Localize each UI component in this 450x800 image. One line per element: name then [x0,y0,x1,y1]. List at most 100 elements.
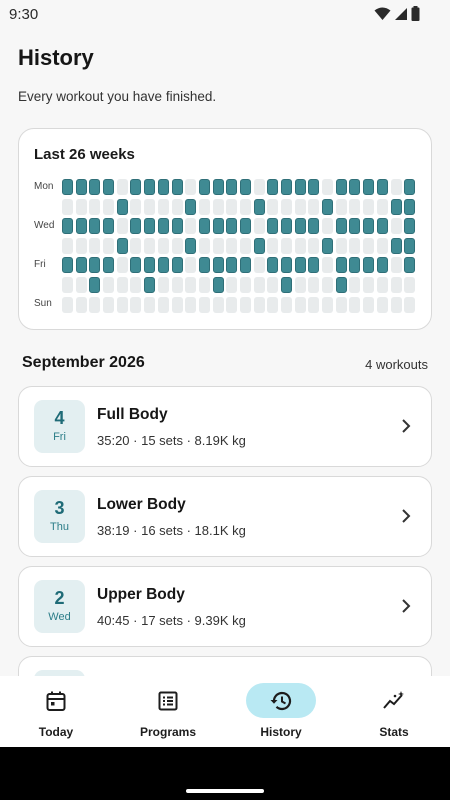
heatmap-cell [103,276,115,293]
workout-count: 4 workouts [365,357,428,372]
chevron-right-icon [402,419,411,433]
workout-name: Lower Body [97,496,186,513]
heatmap-cell [103,296,115,313]
heatmap-cell [322,276,334,293]
heatmap-cell-active [404,179,416,195]
page-subtitle: Every workout you have finished. [18,89,217,104]
home-gesture-handle[interactable] [186,789,264,793]
heatmap-cell-active [335,276,347,293]
row-label-mon: Mon [34,181,54,192]
nav-icon-container [246,683,316,718]
heatmap-cell-active [103,218,115,235]
heatmap-cell-active [335,218,347,235]
heatmap-cell-active [363,179,375,195]
heatmap-cell [281,237,292,254]
heatmap-cell [185,179,197,195]
heatmap-cell [212,237,224,254]
heatmap-cell [198,198,210,215]
status-time: 9:30 [9,6,39,23]
nav-item-stats[interactable]: Stats [338,676,450,747]
heatmap-cell [267,198,279,215]
heatmap-cell-active [308,218,320,235]
heatmap-cell-active [226,218,238,235]
workout-name: Full Body [97,406,168,423]
workout-card[interactable]: 3 Thu Lower Body 38:19 · 16 sets · 18.1K… [18,476,432,557]
heatmap-cell-active [144,179,156,195]
heatmap-cell-active [404,237,416,254]
heatmap-cell [363,237,375,254]
heatmap-cell [281,296,292,313]
heatmap-cell [75,198,87,215]
heatmap-cell [144,296,156,313]
heatmap-cell-active [253,237,265,254]
heatmap-cell [185,276,197,293]
heatmap-cell [253,276,265,293]
workout-meta: 38:19 · 16 sets · 18.1K kg [97,523,246,538]
heatmap-cell [322,296,334,313]
nav-item-programs[interactable]: Programs [112,676,224,747]
workout-card[interactable]: 4 Fri Full Body 35:20 · 15 sets · 8.19K … [18,386,432,467]
heatmap-cell-active [212,179,224,195]
nav-icon-container [21,683,91,718]
heatmap-cell [212,296,224,313]
heatmap-cell-active [267,218,279,235]
heatmap-cell-active [171,257,183,274]
workout-card[interactable]: 2 Wed Upper Body 40:45 · 17 sets · 9.39K… [18,566,432,647]
heatmap-cell [171,237,183,254]
date-badge: 4 Fri [34,400,85,453]
heatmap-cell [294,276,306,293]
heatmap-cell [376,237,388,254]
heatmap-cell [404,296,416,313]
heatmap-cell [226,198,238,215]
heatmap-cell [185,257,197,274]
stats-icon [383,690,404,709]
heatmap-cell-active [335,179,347,195]
workout-card[interactable] [18,656,432,676]
heatmap-cell [75,276,87,293]
heatmap-cell [322,257,334,274]
heatmap-cell-active [130,218,142,235]
nav-item-today[interactable]: Today [0,676,112,747]
heatmap-cell-active [212,276,224,293]
heatmap-cell [198,237,210,254]
nav-item-history[interactable]: History [225,676,337,747]
heatmap-cell-active [89,257,101,274]
heatmap-cell [62,198,73,215]
heatmap-cell [144,198,156,215]
heatmap-cell-active [103,257,115,274]
heatmap-cell-active [75,257,87,274]
heatmap-cell [253,218,265,235]
heatmap-cell [116,276,128,293]
date-weekday: Fri [53,431,66,443]
heatmap-cell-active [144,276,156,293]
heatmap-cell [308,198,320,215]
workout-list[interactable]: 4 Fri Full Body 35:20 · 15 sets · 8.19K … [18,386,432,676]
heatmap-title: Last 26 weeks [34,146,135,163]
heatmap-cell-active [363,218,375,235]
date-weekday: Wed [48,611,71,623]
heatmap-cell-active [157,179,169,195]
heatmap-cell [185,296,197,313]
heatmap-cell [198,276,210,293]
heatmap-cell-active [267,257,279,274]
heatmap-cell-active [335,257,347,274]
heatmap-cell-active [157,257,169,274]
heatmap-cell-active [294,257,306,274]
nav-label: Stats [379,725,409,739]
status-icons [374,6,420,21]
workout-meta: 40:45 · 17 sets · 9.39K kg [97,613,246,628]
heatmap-cell-active [62,218,73,235]
heatmap-cell-active [239,257,251,274]
date-day: 2 [54,588,65,608]
heatmap-cell [116,257,128,274]
heatmap-cell [62,296,73,313]
heatmap-cell [157,237,169,254]
heatmap-cell-active [349,218,361,235]
heatmap-cell-active [89,179,101,195]
heatmap-cell [349,198,361,215]
wifi-icon [374,7,391,20]
heatmap-cell [404,276,416,293]
row-label-wed: Wed [34,220,55,231]
heatmap-cell [226,276,238,293]
heatmap-cell [130,296,142,313]
